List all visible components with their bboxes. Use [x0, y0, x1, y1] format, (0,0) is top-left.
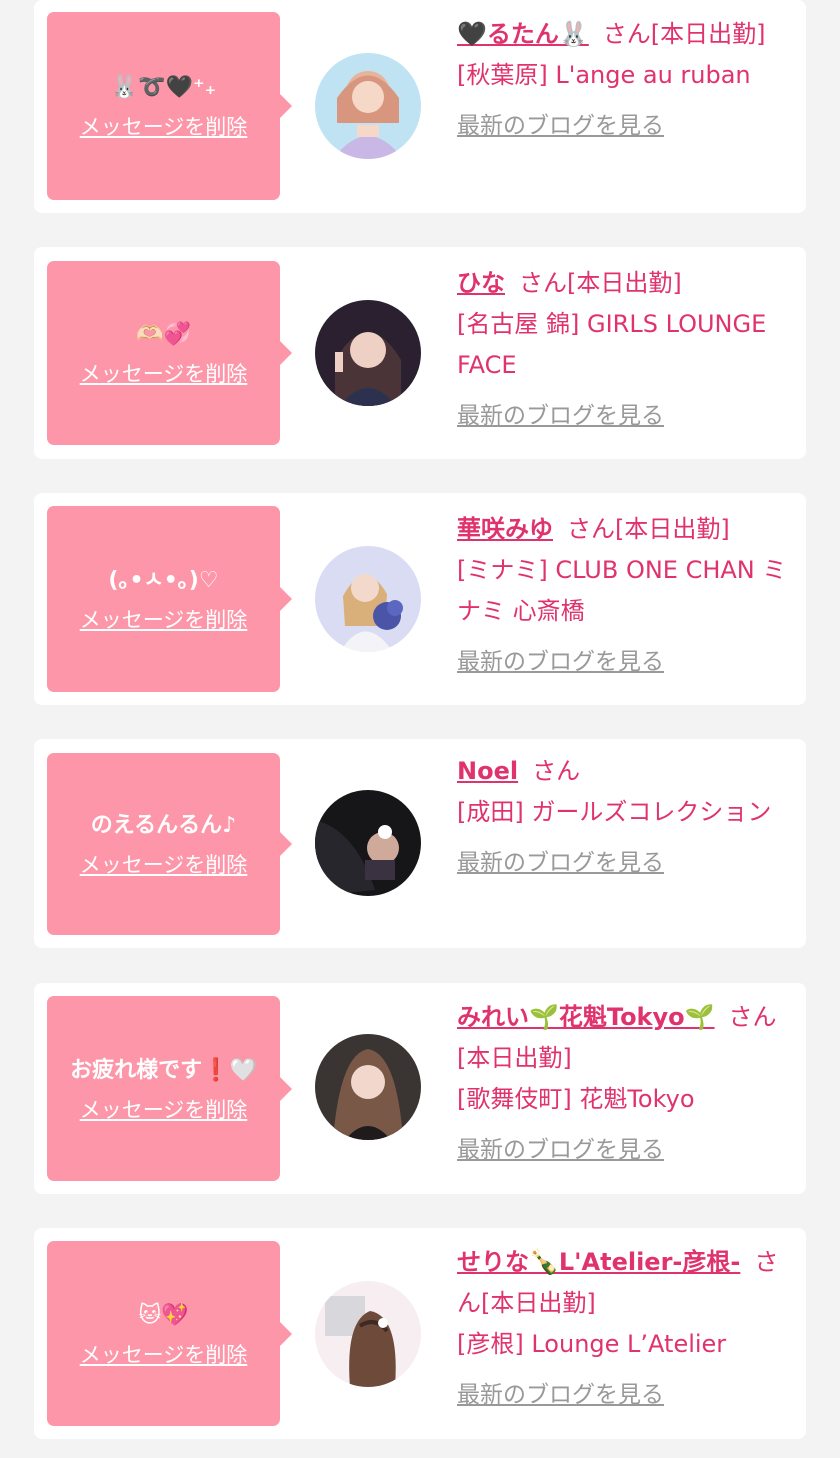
avatar[interactable] — [315, 546, 421, 652]
cast-info: 🖤るたん🐰 さん[本日出勤] [秋葉原] L'ange au ruban 最新のブ… — [457, 14, 792, 147]
honorific: さん — [602, 20, 651, 48]
message-card: 🐰➰🖤⁺₊ メッセージを削除 🖤るたん🐰 さん[本日出勤] [秋葉原] L'ang… — [34, 0, 806, 213]
cast-name-link[interactable]: 🖤るたん🐰 — [457, 20, 589, 48]
delete-message-link[interactable]: メッセージを削除 — [80, 604, 248, 634]
avatar[interactable] — [315, 790, 421, 896]
avatar-photo-icon — [315, 1034, 421, 1140]
message-card: 🐱💖 メッセージを削除 せりな🍾L'Atelier-彦根- さん[本日出勤] [彦… — [34, 1228, 806, 1439]
message-text: 🐰➰🖤⁺₊ — [110, 75, 217, 100]
cast-info: ひな さん[本日出勤] [名古屋 錦] GIRLS LOUNGE FACE 最新の… — [457, 263, 792, 437]
message-bubble: (｡•ㅅ•｡)♡ メッセージを削除 — [47, 506, 292, 692]
attendance-status: [本日出勤] — [481, 1289, 596, 1317]
shop-name: [ミナミ] CLUB ONE CHAN ミナミ 心斎橋 — [457, 556, 787, 625]
latest-blog-link[interactable]: 最新のブログを見る — [457, 106, 792, 147]
message-bubble: 🐱💖 メッセージを削除 — [47, 1241, 292, 1426]
avatar[interactable] — [315, 1281, 421, 1387]
cast-name-link[interactable]: みれい🌱花魁Tokyo🌱 — [457, 1003, 715, 1031]
shop-name: [名古屋 錦] GIRLS LOUNGE FACE — [457, 310, 767, 379]
message-card: 🫶🏻💞 メッセージを削除 ひな さん[本日出勤] [名古屋 錦] GIRLS LO… — [34, 247, 806, 459]
avatar-photo-icon — [315, 1281, 421, 1387]
cast-info: みれい🌱花魁Tokyo🌱 さん [本日出勤] [歌舞伎町] 花魁Tokyo 最新のブ… — [457, 997, 792, 1171]
message-bubble: のえるんるん♪ メッセージを削除 — [47, 753, 292, 935]
cast-info: Noel さん [成田] ガールズコレクション 最新のブログを見る — [457, 751, 792, 884]
honorific: さん — [728, 1003, 777, 1031]
message-bubble: 🫶🏻💞 メッセージを削除 — [47, 261, 292, 445]
latest-blog-link[interactable]: 最新のブログを見る — [457, 396, 792, 437]
delete-message-link[interactable]: メッセージを削除 — [80, 849, 248, 879]
delete-message-link[interactable]: メッセージを削除 — [80, 1094, 248, 1124]
avatar[interactable] — [315, 53, 421, 159]
cast-name-link[interactable]: せりな🍾L'Atelier-彦根- — [457, 1248, 740, 1276]
latest-blog-link[interactable]: 最新のブログを見る — [457, 1375, 792, 1416]
message-list: 🐰➰🖤⁺₊ メッセージを削除 🖤るたん🐰 さん[本日出勤] [秋葉原] L'ang… — [0, 0, 840, 1458]
delete-message-link[interactable]: メッセージを削除 — [80, 111, 248, 141]
avatar[interactable] — [315, 1034, 421, 1140]
shop-name: [成田] ガールズコレクション — [457, 798, 772, 826]
honorific: さん — [532, 757, 581, 785]
attendance-status: [本日出勤] — [457, 1044, 572, 1072]
honorific: さん — [567, 515, 615, 543]
shop-name: [秋葉原] L'ange au ruban — [457, 61, 751, 89]
message-card: お疲れ様です❗️🤍 メッセージを削除 みれい🌱花魁Tokyo🌱 さん [本日出勤] … — [34, 983, 806, 1194]
cast-name-link[interactable]: Noel — [457, 757, 518, 785]
latest-blog-link[interactable]: 最新のブログを見る — [457, 843, 792, 884]
cast-name-link[interactable]: 華咲みゆ — [457, 515, 553, 543]
cast-info: せりな🍾L'Atelier-彦根- さん[本日出勤] [彦根] Lounge L’… — [457, 1242, 792, 1416]
shop-name: [歌舞伎町] 花魁Tokyo — [457, 1085, 695, 1113]
shop-name: [彦根] Lounge L’Atelier — [457, 1330, 727, 1358]
message-text: (｡•ㅅ•｡)♡ — [108, 568, 219, 593]
avatar[interactable] — [315, 300, 421, 406]
message-text: 🐱💖 — [138, 1302, 189, 1328]
latest-blog-link[interactable]: 最新のブログを見る — [457, 1130, 792, 1171]
message-text: 🫶🏻💞 — [136, 322, 191, 347]
avatar-photo-icon — [315, 546, 421, 652]
avatar-photo-icon — [315, 300, 421, 406]
cast-name-link[interactable]: ひな — [457, 269, 505, 297]
delete-message-link[interactable]: メッセージを削除 — [80, 358, 248, 388]
attendance-status: [本日出勤] — [650, 20, 766, 48]
attendance-status: [本日出勤] — [615, 515, 730, 543]
attendance-status: [本日出勤] — [567, 269, 682, 297]
cast-info: 華咲みゆ さん[本日出勤] [ミナミ] CLUB ONE CHAN ミナミ 心斎橋… — [457, 509, 792, 683]
message-bubble: お疲れ様です❗️🤍 メッセージを削除 — [47, 996, 292, 1181]
avatar-photo-icon — [315, 790, 421, 896]
message-card: のえるんるん♪ メッセージを削除 Noel さん [成田] ガールズコレクション … — [34, 739, 806, 948]
avatar-photo-icon — [315, 53, 421, 159]
latest-blog-link[interactable]: 最新のブログを見る — [457, 642, 792, 683]
message-bubble: 🐰➰🖤⁺₊ メッセージを削除 — [47, 12, 292, 200]
message-text: のえるんるん♪ — [90, 813, 237, 838]
delete-message-link[interactable]: メッセージを削除 — [80, 1339, 248, 1369]
message-text: お疲れ様です❗️🤍 — [70, 1057, 257, 1083]
message-card: (｡•ㅅ•｡)♡ メッセージを削除 華咲みゆ さん[本日出勤] [ミナミ] CLU… — [34, 493, 806, 705]
honorific: さん — [519, 269, 567, 297]
